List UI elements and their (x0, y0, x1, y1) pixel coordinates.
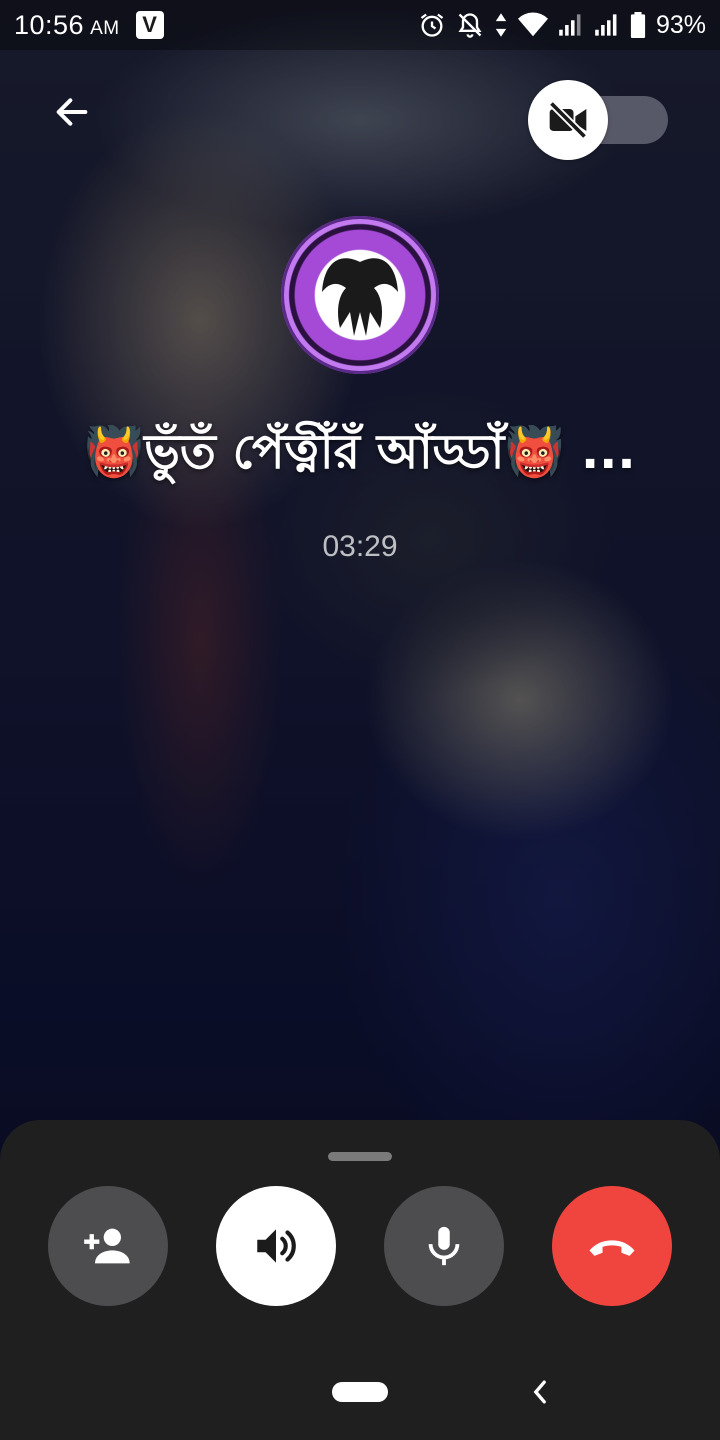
end-call-button[interactable] (552, 1186, 672, 1306)
battery-percent: 93% (655, 10, 706, 39)
notifications-off-icon (456, 11, 484, 39)
winged-figure-icon (322, 258, 398, 336)
add-person-icon (84, 1228, 130, 1264)
arrow-back-icon (56, 98, 88, 126)
home-button[interactable] (332, 1382, 388, 1402)
signal-icon (594, 13, 620, 37)
mute-button[interactable] (384, 1186, 504, 1306)
speaker-button[interactable] (216, 1186, 336, 1306)
status-bar: 10:56 AM V 93% (0, 0, 720, 50)
status-time: 10:56 AM (14, 9, 120, 40)
carrier-badge: V (135, 11, 164, 39)
video-toggle[interactable] (528, 80, 668, 160)
battery-icon (630, 12, 646, 38)
video-toggle-knob[interactable] (528, 80, 608, 160)
speaker-icon (257, 1229, 296, 1263)
call-title: 👹ভুঁতঁ পেঁত্নীঁরঁ আঁড্ডাঁ👹 ... (84, 424, 636, 480)
call-duration: 03:29 (322, 530, 398, 563)
wifi-icon (517, 12, 548, 38)
data-arrows-icon (494, 12, 508, 38)
hang-up-icon (589, 1240, 635, 1256)
group-avatar (281, 216, 439, 374)
alarm-icon (418, 11, 446, 39)
add-person-button[interactable] (48, 1186, 168, 1306)
video-off-icon (548, 100, 588, 140)
drag-handle[interactable] (328, 1152, 392, 1161)
microphone-icon (428, 1226, 460, 1266)
chevron-left-icon (533, 1380, 546, 1404)
back-button[interactable] (46, 86, 98, 138)
signal-icon (558, 13, 584, 37)
nav-back-button[interactable] (526, 1376, 554, 1408)
